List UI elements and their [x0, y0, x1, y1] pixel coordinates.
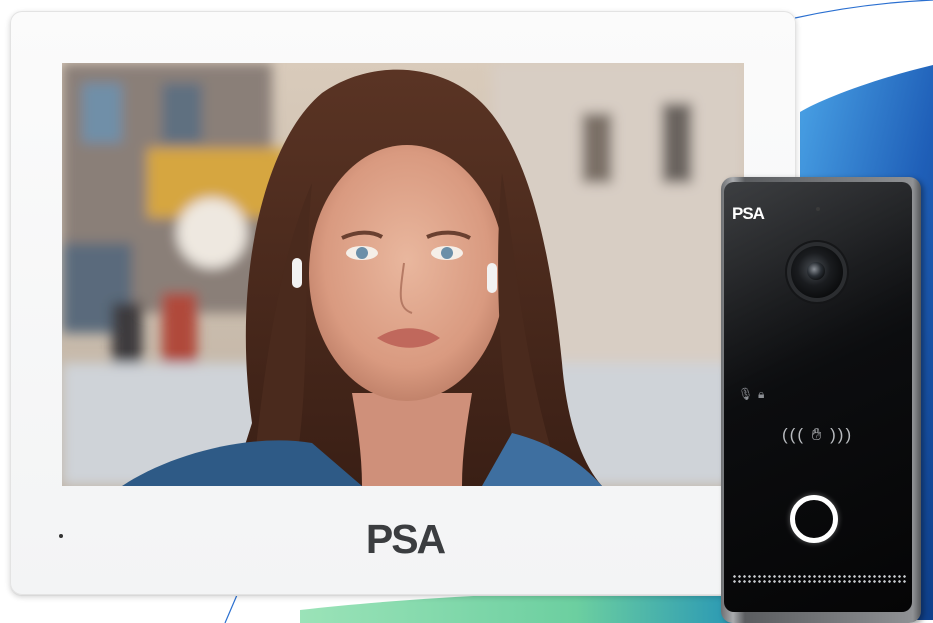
- speaker-grille: [732, 574, 906, 584]
- monitor-screen: [62, 63, 744, 486]
- monitor-brand-logo: PSA: [365, 515, 446, 562]
- door-station-brand-logo: PSA: [732, 204, 765, 223]
- nfc-card-icon: ((( ✋︎ ))): [782, 425, 854, 444]
- microphone-icon: 🎙︎: [738, 387, 754, 401]
- indoor-monitor: PSA: [10, 11, 796, 595]
- call-button[interactable]: [790, 495, 838, 543]
- monitor-mic-dot: [59, 534, 63, 538]
- lock-icon: 🔒︎: [758, 387, 765, 401]
- neck-shape: [352, 393, 472, 486]
- blue-thin-line: [794, 0, 933, 19]
- face-shape: [309, 145, 505, 401]
- video-call-image: [62, 63, 744, 486]
- blue-thin-line-bottom: [224, 594, 238, 623]
- door-station-sensor: [816, 207, 820, 211]
- door-station-face: PSA 🎙︎ 🔒︎ ((( ✋︎ ))): [724, 182, 912, 612]
- door-station: PSA 🎙︎ 🔒︎ ((( ✋︎ ))): [721, 177, 933, 623]
- camera-lens-icon: [787, 242, 847, 302]
